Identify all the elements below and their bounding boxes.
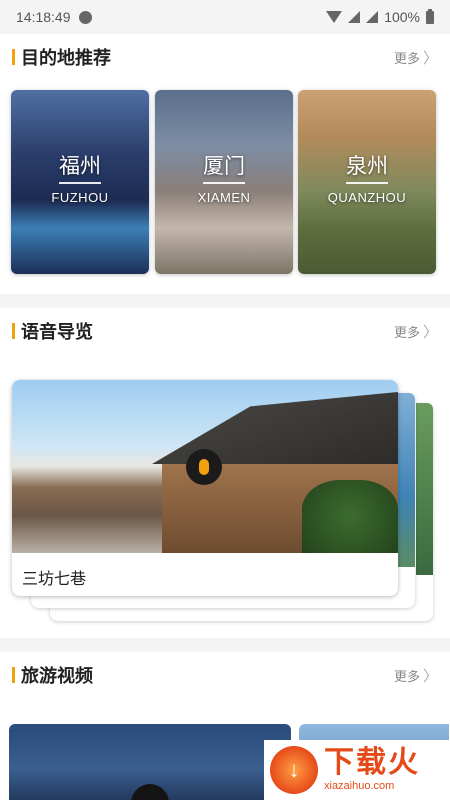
stacked-card-photo-edge	[416, 403, 433, 575]
destination-name-en: XIAMEN	[197, 190, 251, 205]
notification-icon	[78, 10, 92, 24]
section-title: 目的地推荐	[21, 48, 111, 68]
destinations-section: 目的地推荐 更多 〉 福州 FUZHOU 厦门 XIAMEN 泉州 QUANZH…	[0, 34, 450, 294]
more-label: 更多	[393, 324, 420, 340]
signal-icon-2	[366, 11, 379, 23]
stacked-card-photo-edge	[398, 393, 415, 567]
signal-icon	[348, 11, 361, 23]
microphone-icon[interactable]	[186, 449, 222, 485]
chevron-right-icon: 〉	[422, 323, 438, 341]
battery-percent: 100%	[384, 9, 420, 25]
more-label: 更多	[393, 668, 420, 684]
destination-card-fuzhou[interactable]: 福州 FUZHOU	[11, 90, 149, 274]
video-card[interactable]	[9, 724, 291, 800]
more-link[interactable]: 更多 〉	[394, 665, 438, 686]
destinations-header: 目的地推荐 更多 〉	[12, 42, 438, 72]
destination-name: 厦门	[203, 155, 245, 178]
watermark-text: 下载火 xiazaihuo.com	[324, 746, 420, 793]
audio-guide-label: 三坊七巷	[22, 571, 87, 588]
section-title: 语音导览	[21, 322, 93, 342]
audio-guide-section: 语音导览 更多 〉 三坊七巷	[0, 308, 450, 638]
watermark-title: 下载火	[324, 746, 420, 779]
destination-divider	[203, 182, 245, 184]
destination-card-xiamen[interactable]: 厦门 XIAMEN	[155, 90, 293, 274]
audio-guide-photo	[12, 380, 398, 553]
play-icon[interactable]	[131, 784, 169, 800]
section-accent-bar	[12, 49, 15, 65]
watermark-url: xiazaihuo.com	[324, 780, 395, 792]
microphone-body	[199, 459, 209, 475]
tree-shape	[302, 480, 398, 553]
more-link[interactable]: 更多 〉	[394, 47, 438, 68]
battery-icon	[426, 8, 434, 24]
destination-divider	[346, 182, 388, 184]
wifi-icon	[326, 11, 343, 23]
chevron-right-icon: 〉	[422, 667, 438, 685]
status-time: 14:18:49	[16, 9, 71, 25]
section-accent-bar	[12, 667, 15, 683]
roof-shape	[152, 392, 398, 464]
chevron-right-icon: 〉	[422, 49, 438, 67]
more-label: 更多	[393, 50, 420, 66]
audio-guide-header: 语音导览 更多 〉	[12, 316, 438, 346]
destination-name: 泉州	[346, 155, 388, 178]
section-accent-bar	[12, 323, 15, 339]
destination-name-en: QUANZHOU	[327, 190, 407, 205]
section-title: 旅游视频	[21, 666, 93, 686]
audio-guide-card[interactable]: 三坊七巷	[12, 380, 398, 596]
more-link[interactable]: 更多 〉	[394, 321, 438, 342]
status-bar: 14:18:49 100%	[0, 0, 450, 34]
download-logo-icon: ↓	[270, 746, 318, 794]
watermark: ↓ 下载火 xiazaihuo.com	[264, 740, 450, 800]
destination-card-quanzhou[interactable]: 泉州 QUANZHOU	[298, 90, 436, 274]
destination-name-en: FUZHOU	[51, 190, 109, 205]
destination-name: 福州	[59, 155, 101, 178]
destination-divider	[59, 182, 101, 184]
travel-video-header: 旅游视频 更多 〉	[12, 660, 438, 690]
